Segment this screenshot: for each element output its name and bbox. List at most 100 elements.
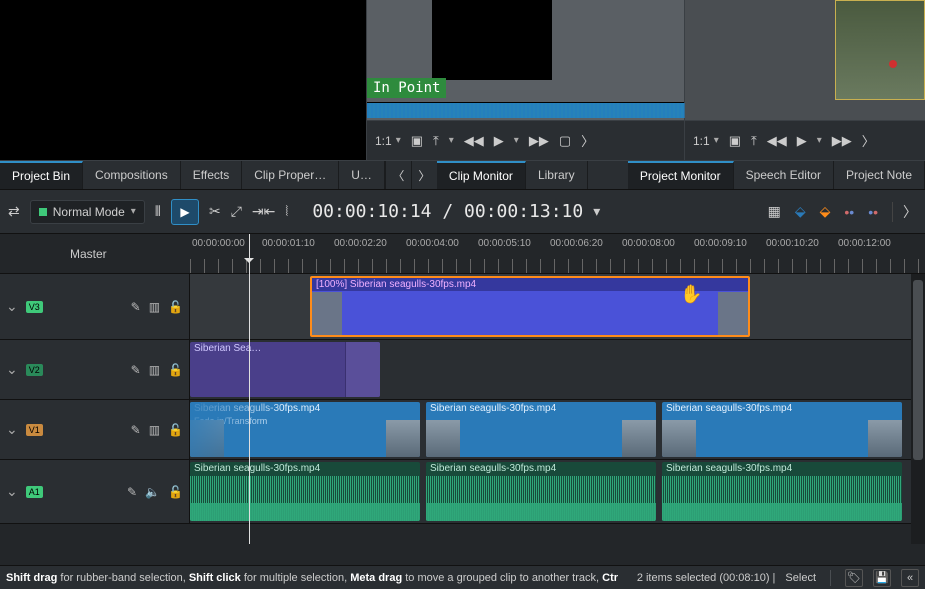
next-icon[interactable]: 〉 (862, 131, 875, 150)
grab-cursor-icon: ✋ (680, 284, 702, 305)
rewind-icon[interactable]: ◀◀ (767, 133, 787, 149)
guides-icon[interactable]: •• (868, 204, 878, 220)
markers-icon[interactable]: •• (844, 204, 854, 220)
effects-icon[interactable]: ✎ (131, 363, 141, 377)
track-header-v3[interactable]: ⌄ V3 ✎ ▥ 🔓 (0, 274, 190, 339)
overflow-icon[interactable]: 〉 (892, 202, 917, 222)
tab-project-notes[interactable]: Project Note (834, 161, 925, 189)
play-icon[interactable]: ▶ (494, 133, 504, 149)
forward-icon[interactable]: ▶▶ (832, 133, 852, 149)
lock-icon[interactable]: 🔓 (168, 485, 183, 499)
visibility-icon[interactable]: ▥ (149, 363, 160, 377)
fullscreen-icon[interactable]: ▣ (729, 133, 741, 149)
track-badge: V3 (26, 301, 43, 313)
play-options-icon[interactable]: ▾ (514, 135, 519, 146)
tab-speech-editor[interactable]: Speech Editor (734, 161, 834, 189)
tags-icon[interactable]: ⬙ (820, 203, 831, 220)
project-monitor-thumbnail (835, 0, 925, 100)
crop-icon[interactable]: ▢ (559, 133, 571, 149)
clip-a1-2[interactable]: Siberian seagulls-30fps.mp4 (426, 462, 656, 521)
source-preview-empty (0, 0, 367, 160)
play-icon[interactable]: ▶ (797, 133, 807, 149)
zoom-ratio-right[interactable]: 1:1 ▾ (693, 134, 719, 148)
favorite-icon[interactable]: ▦ (768, 203, 781, 220)
timeline-vertical-scrollbar[interactable] (911, 274, 925, 544)
cut-icon[interactable]: ✂ (209, 203, 221, 220)
timeline[interactable]: Master 00:00:00:00 00:00:01:10 00:00:02:… (0, 234, 925, 544)
playhead[interactable] (249, 234, 250, 544)
track-header-v1[interactable]: ⌄ V1 ✎ ▥ 🔓 (0, 400, 190, 459)
tab-clip-monitor[interactable]: Clip Monitor (437, 161, 526, 189)
collapse-icon[interactable]: ⌄ (6, 298, 18, 315)
tag-icon[interactable]: 🏷 (845, 569, 863, 587)
save-icon[interactable]: 💾 (873, 569, 891, 587)
project-monitor-preview[interactable]: 1:1 ▾ ▣ ⤒ ◀◀ ▶ ▾ ▶▶ 〉 (685, 0, 925, 160)
select-mode-label[interactable]: Select (785, 572, 816, 584)
track-header-v2[interactable]: ⌄ V2 ✎ ▥ 🔓 (0, 340, 190, 399)
track-body-a1[interactable]: Siberian seagulls-30fps.mp4 Siberian sea… (190, 460, 911, 523)
timecode-display[interactable]: 00:00:10:14 / 00:00:13:10 (312, 201, 583, 222)
next-icon[interactable]: 〉 (581, 131, 594, 150)
collapse-icon[interactable]: ⌄ (6, 421, 18, 438)
clip-monitor-scrubber[interactable] (367, 102, 684, 118)
visibility-icon[interactable]: ▥ (149, 300, 160, 314)
tab-effects[interactable]: Effects (181, 161, 242, 189)
tab-clip-properties[interactable]: Clip Proper… (242, 161, 339, 189)
settings-icon[interactable]: ⇄ (8, 203, 20, 220)
effects-icon[interactable]: ✎ (127, 485, 137, 499)
play-button[interactable]: ▶ (171, 199, 199, 225)
track-badge: V2 (26, 364, 43, 376)
play-options-icon[interactable]: ▾ (817, 135, 822, 146)
edit-mode-selector[interactable]: Normal Mode▾ (30, 200, 145, 224)
collapse-icon[interactable]: ⌄ (6, 361, 18, 378)
track-body-v1[interactable]: Siberian seagulls-30fps.mp4 Fade in/Tran… (190, 400, 911, 459)
mute-icon[interactable]: 🔈 (145, 485, 160, 499)
track-body-v3[interactable]: [100%] Siberian seagulls-30fps.mp4 ✋ (190, 274, 911, 339)
effects-icon[interactable]: ✎ (131, 423, 141, 437)
clip-v1-1[interactable]: Siberian seagulls-30fps.mp4 Fade in/Tran… (190, 402, 420, 457)
tab-library[interactable]: Library (526, 161, 588, 189)
tab-project-monitor[interactable]: Project Monitor (628, 161, 734, 189)
snap-icon[interactable]: ⇥⇤ (252, 203, 275, 220)
back-icon[interactable]: « (901, 569, 919, 587)
fullscreen-icon[interactable]: ▣ (411, 133, 423, 149)
track-header-a1[interactable]: ⌄ A1 ✎ 🔈 🔓 (0, 460, 190, 523)
clip-v2[interactable]: Siberian Sea… (190, 342, 380, 397)
expand-icon[interactable]: ▾ (449, 135, 454, 146)
lock-icon[interactable]: 🔓 (168, 423, 183, 437)
track-body-v2[interactable]: Siberian Sea… (190, 340, 911, 399)
status-hint: Shift drag for rubber-band selection, Sh… (6, 572, 618, 584)
tab-project-bin[interactable]: Project Bin (0, 161, 83, 189)
clip-a1-1[interactable]: Siberian seagulls-30fps.mp4 (190, 462, 420, 521)
track-badge: V1 (26, 424, 43, 436)
forward-icon[interactable]: ▶▶ (529, 133, 549, 149)
lock-icon[interactable]: 🔓 (168, 300, 183, 314)
clip-monitor-preview[interactable]: In Point 1:1 ▾ ▣ ⤒ ▾ ◀◀ ▶ ▾ ▶▶ ▢ 〉 (367, 0, 685, 160)
tab-scroll-left-icon[interactable]: 〈 (385, 161, 411, 189)
panel-tabs: Project Bin Compositions Effects Clip Pr… (0, 160, 925, 190)
timeline-ruler[interactable]: 00:00:00:00 00:00:01:10 00:00:02:20 00:0… (190, 234, 925, 273)
in-point-marker[interactable]: In Point (367, 78, 446, 98)
marker-icon (889, 60, 897, 68)
zoom-ratio-left[interactable]: 1:1 ▾ (375, 134, 401, 148)
lock-icon[interactable]: 🔓 (168, 363, 183, 377)
clip-a1-3[interactable]: Siberian seagulls-30fps.mp4 (662, 462, 902, 521)
go-start-icon[interactable]: ⤒ (751, 133, 757, 149)
track-badge: A1 (26, 486, 43, 498)
collapse-icon[interactable]: ⌄ (6, 483, 18, 500)
rewind-icon[interactable]: ◀◀ (464, 133, 484, 149)
tracks-icon[interactable]: ⦀ (155, 203, 161, 220)
mixer-icon[interactable]: ⬙ (795, 203, 806, 220)
status-bar: Shift drag for rubber-band selection, Sh… (0, 565, 925, 589)
tab-scroll-right-icon[interactable]: 〉 (411, 161, 437, 189)
go-start-icon[interactable]: ⤒ (433, 133, 439, 149)
spacer-icon[interactable]: ⤢ (231, 203, 242, 220)
ripple-icon[interactable]: ⦚ (285, 203, 288, 220)
visibility-icon[interactable]: ▥ (149, 423, 160, 437)
timecode-options-icon[interactable]: ▾ (593, 203, 600, 220)
clip-v1-2[interactable]: Siberian seagulls-30fps.mp4 (426, 402, 656, 457)
clip-v1-3[interactable]: Siberian seagulls-30fps.mp4 (662, 402, 902, 457)
effects-icon[interactable]: ✎ (131, 300, 141, 314)
tab-undo[interactable]: U… (339, 161, 385, 189)
tab-compositions[interactable]: Compositions (83, 161, 181, 189)
